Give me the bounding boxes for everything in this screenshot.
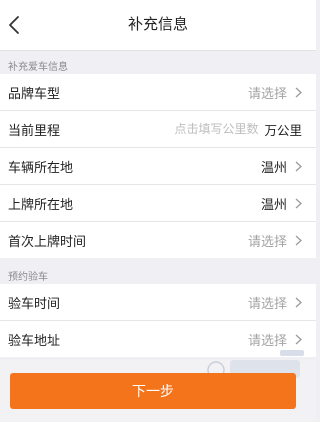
mileage-row: 当前里程 万公里 <box>0 111 316 148</box>
row-label: 当前里程 <box>8 123 61 139</box>
chevron-right-icon <box>295 161 302 171</box>
chevron-right-icon <box>295 198 302 208</box>
car-info-group: 品牌车型 请选择 当前里程 万公里 车辆所在地 温州 上牌所在地 温州 首次上牌… <box>0 74 316 258</box>
inspection-address-value: 请选择 <box>247 333 287 349</box>
registration-location-value: 温州 <box>260 197 287 213</box>
brand-model-row[interactable]: 品牌车型 请选择 <box>0 74 316 111</box>
mileage-unit: 万公里 <box>264 122 302 138</box>
section-title-inspection: 预约验车 <box>8 272 48 283</box>
row-label: 品牌车型 <box>8 86 61 102</box>
row-label: 首次上牌时间 <box>8 234 87 250</box>
first-registration-time-value: 请选择 <box>247 234 287 250</box>
chevron-right-icon <box>295 87 302 97</box>
row-label: 上牌所在地 <box>8 197 74 213</box>
vehicle-location-value: 温州 <box>260 160 287 176</box>
brand-model-value: 请选择 <box>247 86 287 102</box>
mileage-input[interactable] <box>154 122 259 136</box>
section-title-car-info: 补充爱车信息 <box>8 62 68 73</box>
chevron-right-icon <box>295 235 302 245</box>
row-label: 验车时间 <box>8 296 61 312</box>
inspection-time-row[interactable]: 验车时间 请选择 <box>0 284 316 321</box>
nav-bar: 补充信息 <box>0 0 316 51</box>
vehicle-location-row[interactable]: 车辆所在地 温州 <box>0 148 316 185</box>
page-title: 补充信息 <box>127 15 188 33</box>
inspection-time-value: 请选择 <box>247 296 287 312</box>
inspection-group: 验车时间 请选择 验车地址 请选择 <box>0 284 316 357</box>
first-registration-time-row[interactable]: 首次上牌时间 请选择 <box>0 222 316 258</box>
chevron-right-icon <box>295 334 302 344</box>
row-label: 车辆所在地 <box>8 160 74 176</box>
row-label: 验车地址 <box>8 333 61 349</box>
next-step-button[interactable]: 下一步 <box>10 373 296 409</box>
chevron-right-icon <box>295 297 302 307</box>
registration-location-row[interactable]: 上牌所在地 温州 <box>0 185 316 222</box>
